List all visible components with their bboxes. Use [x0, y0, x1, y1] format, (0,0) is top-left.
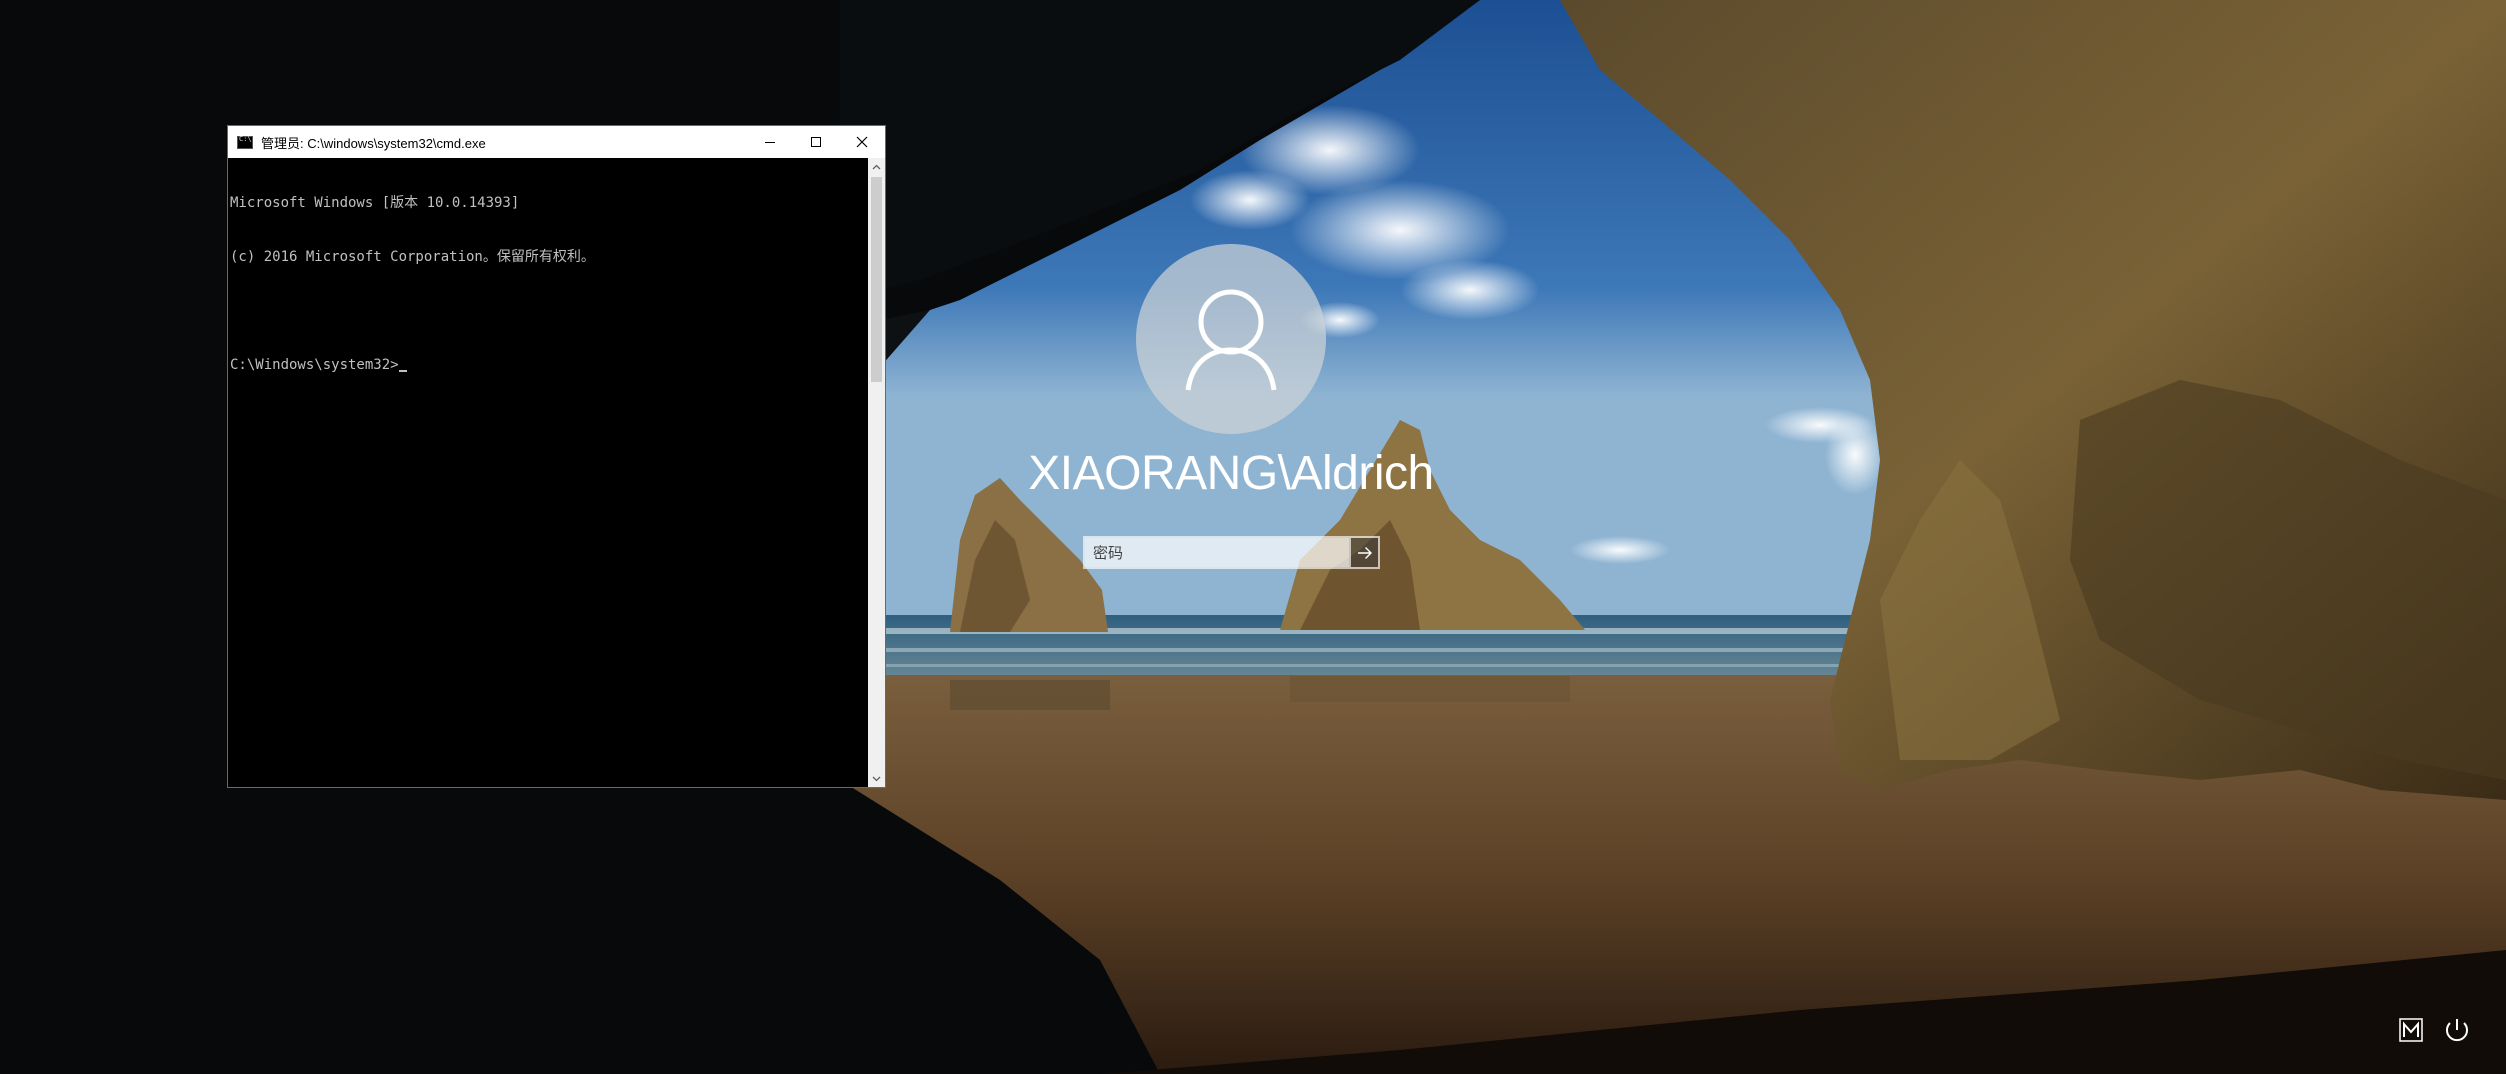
close-button[interactable]: [839, 126, 885, 158]
ease-of-access-icon: [2399, 1018, 2423, 1042]
close-icon: [856, 136, 868, 148]
minimize-button[interactable]: [747, 126, 793, 158]
cmd-window[interactable]: 管理员: C:\windows\system32\cmd.exe Microso…: [227, 125, 886, 788]
submit-button[interactable]: [1349, 538, 1378, 567]
console-output[interactable]: Microsoft Windows [版本 10.0.14393] (c) 20…: [228, 158, 870, 787]
scroll-thumb[interactable]: [871, 177, 882, 382]
ease-of-access-button[interactable]: [2396, 1015, 2426, 1045]
console-icon: [237, 135, 253, 149]
scroll-down-button[interactable]: [868, 770, 885, 787]
password-box[interactable]: [1083, 536, 1380, 569]
user-avatar: [1136, 244, 1326, 434]
console-prompt: C:\Windows\system32>: [230, 357, 399, 373]
cmd-scrollbar[interactable]: [868, 158, 885, 787]
cmd-window-title: 管理员: C:\windows\system32\cmd.exe: [261, 135, 486, 151]
console-line: Microsoft Windows [版本 10.0.14393]: [230, 195, 520, 211]
console-prompt-line[interactable]: C:\Windows\system32>: [230, 356, 870, 374]
username-label: XIAORANG\Aldrich: [1028, 447, 1434, 500]
minimize-icon: [765, 141, 775, 143]
user-icon: [1185, 289, 1277, 391]
text-cursor: [398, 370, 407, 372]
power-button[interactable]: [2440, 1015, 2474, 1045]
chevron-up-icon: [872, 164, 881, 169]
maximize-button[interactable]: [793, 126, 839, 158]
console-line: (c) 2016 Microsoft Corporation。保留所有权利。: [230, 249, 595, 265]
power-icon: [2446, 1019, 2468, 1042]
arrow-right-icon: [1357, 546, 1372, 559]
chevron-down-icon: [872, 776, 881, 781]
scroll-up-button[interactable]: [868, 158, 885, 175]
maximize-icon: [811, 137, 821, 147]
cmd-titlebar[interactable]: 管理员: C:\windows\system32\cmd.exe: [228, 126, 885, 158]
password-input[interactable]: [1085, 538, 1349, 567]
